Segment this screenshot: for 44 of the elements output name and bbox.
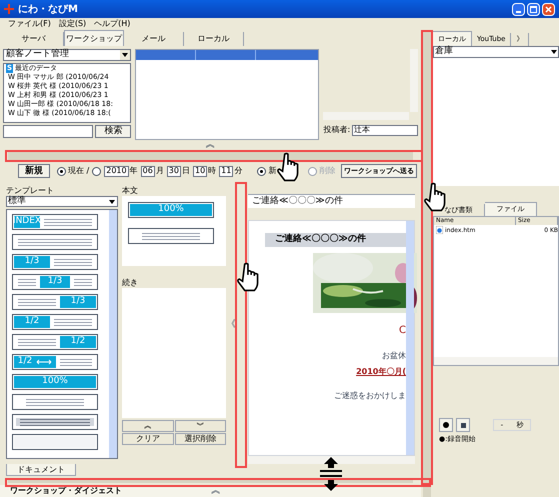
date-unit: 時 <box>208 165 216 177</box>
date-field[interactable]: 11 <box>219 166 234 176</box>
radio-label: 削除 <box>319 165 336 177</box>
subject-field[interactable]: ご連絡≪〇〇〇≫の件 <box>248 194 415 208</box>
menu-item[interactable]: ファイル(F) <box>8 20 51 28</box>
clear-button[interactable]: クリア <box>122 433 174 445</box>
radio-label: 現在 / <box>68 165 90 177</box>
preview-text: 2010年〇月( <box>356 366 406 378</box>
move-down-button[interactable]: ︾ <box>174 420 226 432</box>
new-button[interactable]: 新規 <box>18 164 50 178</box>
date-field[interactable]: 06 <box>140 166 155 176</box>
radio-label: 新 <box>268 165 276 177</box>
menu-item[interactable]: ヘルプ(H) <box>94 20 130 28</box>
customer-dropdown[interactable]: 顧客ノート管理 <box>3 49 132 61</box>
poster-label: 投稿者: <box>323 124 350 136</box>
body-label: 本文 <box>122 186 139 196</box>
continuation-label: 続き <box>122 278 139 288</box>
search-button[interactable]: 検索 <box>95 125 132 138</box>
date-unit: 日 <box>182 165 190 177</box>
collapse-button[interactable]: ︽ <box>206 140 216 150</box>
move-up-button[interactable]: ︽ <box>122 420 174 432</box>
date-unit: 年 <box>130 165 138 177</box>
date-field[interactable]: 30 <box>166 166 181 176</box>
date-field[interactable]: 10 <box>192 166 208 176</box>
tab[interactable]: メール <box>124 32 184 46</box>
window-title: にわ・なびM <box>18 2 78 16</box>
preview-text: ご迷惑をおかけしま <box>334 390 406 402</box>
menu-item[interactable]: 設定(S) <box>58 20 86 28</box>
template-dropdown[interactable]: 標準 <box>6 196 118 207</box>
document-tab[interactable]: ドキュメント <box>6 464 76 476</box>
poster-field[interactable]: 辻本 <box>352 124 418 136</box>
store-dropdown[interactable]: 倉庫 <box>433 46 559 58</box>
expand-button[interactable]: ︽ <box>211 486 221 496</box>
tab[interactable]: ワークショップ <box>64 30 124 46</box>
date-unit: 分 <box>234 165 242 177</box>
date-unit: 月 <box>156 165 164 177</box>
date-field[interactable]: 2010 <box>104 166 129 176</box>
template-label: テンプレート <box>6 186 55 196</box>
preview-heading: ご連絡≪〇〇〇≫の件 <box>265 233 406 247</box>
delete-selected-button[interactable]: 選択削除 <box>174 433 226 445</box>
preview-text: C <box>399 324 406 338</box>
collapse-left-button[interactable]: 《 <box>226 320 236 330</box>
tab[interactable]: ローカル <box>184 32 244 46</box>
preview-text: お盆休 <box>382 350 406 362</box>
